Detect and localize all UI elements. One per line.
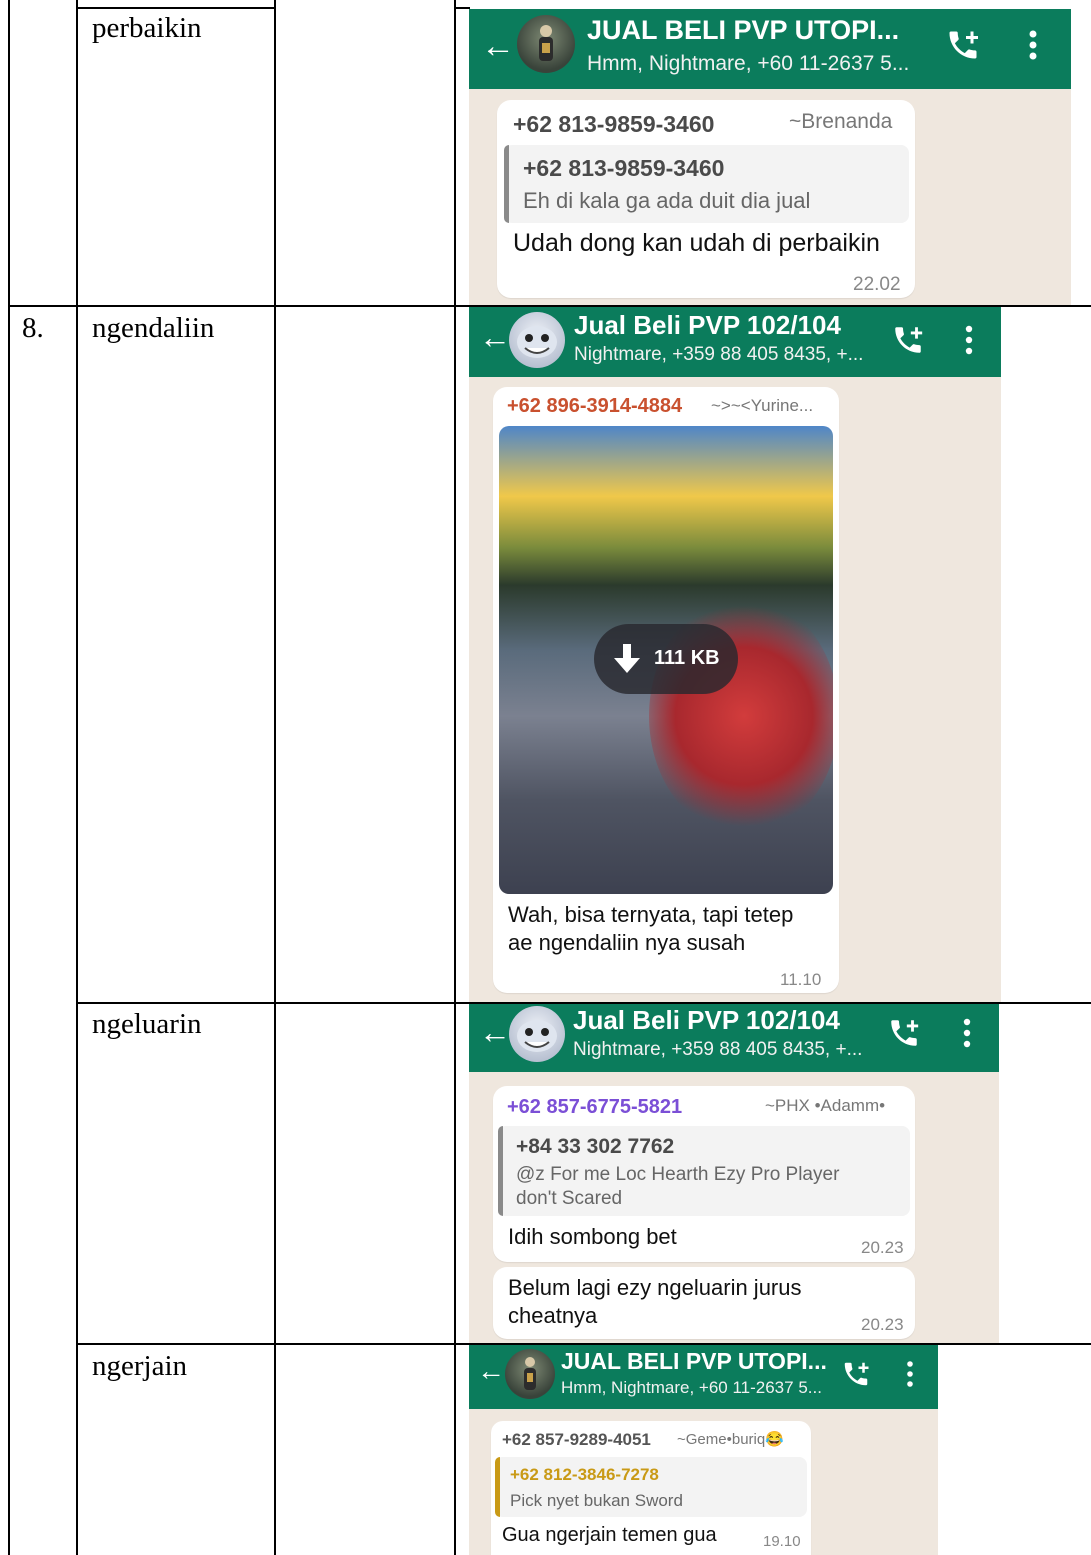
sender-alias: ~>~<Yurine... xyxy=(711,396,814,415)
download-icon xyxy=(614,644,640,673)
chat-header: ← JUAL BELI PVP UTOPI... Hmm, Nightmare,… xyxy=(469,1345,938,1409)
sender-number: +62 896-3914-4884 xyxy=(507,395,683,417)
quoted-text-line: @z For me Loc Hearth Ezy Pro Player xyxy=(516,1164,840,1185)
message-text: Gua ngerjain temen gua xyxy=(502,1524,717,1546)
message-time: 20.23 xyxy=(861,1238,904,1257)
chat-title: Jual Beli PVP 102/104 xyxy=(573,1005,840,1035)
overflow-menu-icon[interactable] xyxy=(957,1016,977,1055)
chat-title: Jual Beli PVP 102/104 xyxy=(574,310,841,340)
word-cell: ngerjain xyxy=(92,1350,188,1382)
creature-icon xyxy=(517,326,557,358)
add-call-icon[interactable] xyxy=(891,323,925,362)
message-text: Idih sombong bet xyxy=(508,1224,677,1249)
add-call-icon[interactable] xyxy=(841,1359,871,1394)
quoted-sender: +62 812-3846-7278 xyxy=(510,1465,659,1484)
word-cell: ngeluarin xyxy=(92,1008,202,1040)
figure-icon xyxy=(524,1357,536,1390)
chat-screenshot: ← JUAL BELI PVP UTOPI... Hmm, Nightmare,… xyxy=(469,9,1071,305)
word-cell: ngendaliin xyxy=(92,312,215,344)
table-border-top-mid xyxy=(76,7,276,9)
back-arrow-icon[interactable]: ← xyxy=(481,29,515,63)
message-text-line: cheatnya xyxy=(508,1303,598,1328)
row-number: 8. xyxy=(22,312,44,344)
chat-screenshot: ← Jual Beli PVP 102/104 Nightmare, +359 … xyxy=(469,307,1001,1002)
group-avatar[interactable] xyxy=(509,1006,565,1062)
quoted-sender: +62 813-9859-3460 xyxy=(523,155,725,181)
chat-participants: Hmm, Nightmare, +60 11-2637 5... xyxy=(587,52,910,75)
message-text: Udah dong kan udah di perbaikin xyxy=(513,229,880,257)
message-text-line: Belum lagi ezy ngeluarin jurus xyxy=(508,1275,802,1300)
sender-number: +62 857-9289-4051 xyxy=(502,1430,651,1449)
sender-alias: ~Brenanda xyxy=(789,110,893,133)
add-call-icon[interactable] xyxy=(887,1016,921,1055)
sender-number: +62 857-6775-5821 xyxy=(507,1096,683,1118)
creature-icon xyxy=(517,1020,557,1052)
figure-icon xyxy=(539,25,553,61)
back-arrow-icon[interactable]: ← xyxy=(479,1016,511,1048)
quoted-message[interactable]: +84 33 302 7762 @z For me Loc Hearth Ezy… xyxy=(498,1126,910,1216)
chat-title: JUAL BELI PVP UTOPI... xyxy=(561,1348,827,1374)
message-bubble[interactable]: +62 896-3914-4884 ~>~<Yurine... 111 KB W… xyxy=(493,387,839,993)
group-avatar[interactable] xyxy=(505,1349,555,1399)
sender-number: +62 813-9859-3460 xyxy=(513,111,715,137)
message-time: 22.02 xyxy=(853,274,901,295)
chat-header: ← JUAL BELI PVP UTOPI... Hmm, Nightmare,… xyxy=(469,9,1071,89)
chat-header: ← Jual Beli PVP 102/104 Nightmare, +359 … xyxy=(469,1004,999,1072)
message-bubble[interactable]: +62 857-9289-4051 ~Geme•buriq😂 +62 812-3… xyxy=(491,1421,811,1555)
message-text-line: ae ngendaliin nya susah xyxy=(508,930,746,955)
back-arrow-icon[interactable]: ← xyxy=(479,321,511,353)
group-avatar[interactable] xyxy=(517,15,575,73)
quoted-text: Pick nyet bukan Sword xyxy=(510,1491,683,1510)
download-size: 111 KB xyxy=(654,647,720,669)
overflow-menu-icon[interactable] xyxy=(1023,27,1043,68)
quoted-sender: +84 33 302 7762 xyxy=(516,1135,675,1158)
table-border-left xyxy=(8,0,10,1555)
add-call-icon[interactable] xyxy=(945,27,981,68)
table-border-top-right xyxy=(454,7,470,9)
message-time: 20.23 xyxy=(861,1315,904,1334)
chat-participants: Nightmare, +359 88 405 8435, +... xyxy=(574,344,864,365)
message-text-line: Wah, bisa ternyata, tapi tetep xyxy=(508,902,794,927)
download-button[interactable]: 111 KB xyxy=(594,624,738,694)
table-border-col3 xyxy=(454,0,456,1555)
chat-header: ← Jual Beli PVP 102/104 Nightmare, +359 … xyxy=(469,307,1001,377)
blurred-image-preview[interactable]: 111 KB xyxy=(499,426,833,894)
chat-participants: Hmm, Nightmare, +60 11-2637 5... xyxy=(561,1378,822,1397)
chat-screenshot: ← Jual Beli PVP 102/104 Nightmare, +359 … xyxy=(469,1004,999,1343)
message-bubble[interactable]: +62 813-9859-3460 ~Brenanda +62 813-9859… xyxy=(497,100,915,298)
chat-participants: Nightmare, +359 88 405 8435, +... xyxy=(573,1039,863,1060)
table-border-col2 xyxy=(274,0,276,1555)
chat-screenshot: ← JUAL BELI PVP UTOPI... Hmm, Nightmare,… xyxy=(469,1345,938,1555)
group-avatar[interactable] xyxy=(509,312,565,368)
quoted-message[interactable]: +62 812-3846-7278 Pick nyet bukan Sword xyxy=(495,1457,807,1517)
quoted-text-line: don't Scared xyxy=(516,1188,623,1209)
quoted-message[interactable]: +62 813-9859-3460 Eh di kala ga ada duit… xyxy=(504,145,909,223)
message-bubble[interactable]: Belum lagi ezy ngeluarin jurus cheatnya … xyxy=(493,1267,915,1339)
table-border-col1 xyxy=(76,0,78,1555)
back-arrow-icon[interactable]: ← xyxy=(477,1357,505,1385)
chat-title: JUAL BELI PVP UTOPI... xyxy=(587,15,900,45)
message-bubble[interactable]: +62 857-6775-5821 ~PHX •Adamm• +84 33 30… xyxy=(493,1086,915,1262)
sender-alias: ~Geme•buriq😂 xyxy=(677,1431,784,1448)
quoted-text: Eh di kala ga ada duit dia jual xyxy=(523,188,811,213)
message-time: 11.10 xyxy=(780,970,822,989)
sender-alias: ~PHX •Adamm• xyxy=(765,1096,886,1115)
word-cell: perbaikin xyxy=(92,12,202,44)
overflow-menu-icon[interactable] xyxy=(959,323,979,362)
message-time: 19.10 xyxy=(763,1533,801,1550)
overflow-menu-icon[interactable] xyxy=(901,1359,919,1394)
